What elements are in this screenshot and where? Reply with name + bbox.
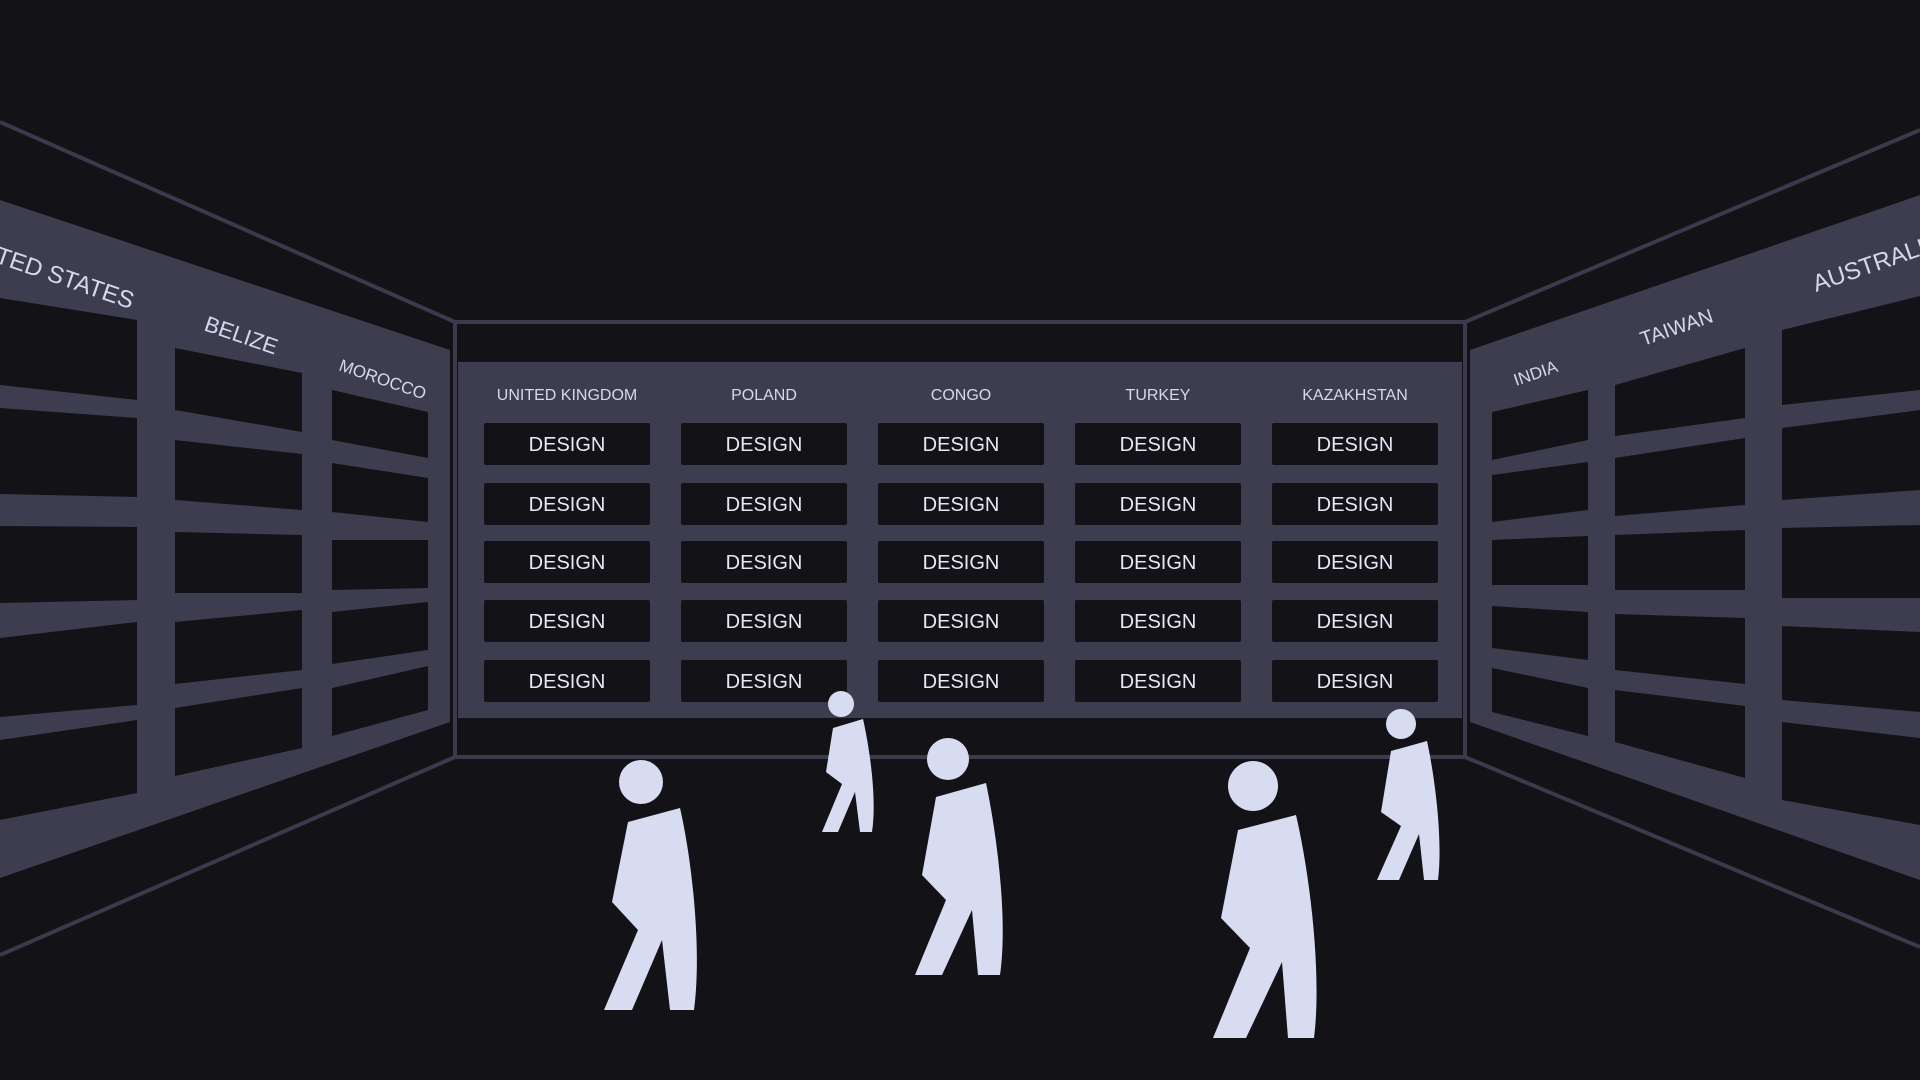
design-cell[interactable]: DESIGN <box>681 660 847 702</box>
column-header-uk: UNITED KINGDOM <box>497 387 637 404</box>
left-wall-cell <box>0 526 137 603</box>
design-cell[interactable]: DESIGN <box>878 541 1044 583</box>
right-wall-cell <box>1782 626 1920 712</box>
design-cell[interactable]: DESIGN <box>1272 541 1438 583</box>
design-cell[interactable]: DESIGN <box>681 483 847 525</box>
right-wall-cell <box>1782 525 1920 598</box>
design-cell[interactable]: DESIGN <box>681 600 847 642</box>
column-header-congo: CONGO <box>931 387 991 404</box>
design-cell-label: DESIGN <box>1317 494 1394 516</box>
column-header-poland: POLAND <box>731 387 797 404</box>
design-cell-label: DESIGN <box>1317 671 1394 693</box>
design-cell[interactable]: DESIGN <box>1272 423 1438 465</box>
gallery-scene: DESIGN DESIGN DESIGN DESIGN DESIGN DESIGN DESI… <box>0 0 1920 1080</box>
design-cell-label: DESIGN <box>1120 434 1197 456</box>
design-cell[interactable]: DESIGN <box>1075 483 1241 525</box>
design-cell[interactable]: DESIGN <box>484 423 650 465</box>
design-cell[interactable]: DESIGN <box>1272 660 1438 702</box>
design-cell-label: DESIGN <box>529 434 606 456</box>
design-cell-label: DESIGN <box>1317 611 1394 633</box>
design-cell-label: DESIGN <box>1120 494 1197 516</box>
design-cell[interactable]: DESIGN <box>484 660 650 702</box>
design-cell[interactable]: DESIGN <box>484 541 650 583</box>
right-wall-cell <box>1615 530 1745 590</box>
left-wall-cell <box>0 622 137 717</box>
left-wall-cell <box>332 540 428 590</box>
design-cell[interactable]: DESIGN <box>1272 483 1438 525</box>
design-cell-label: DESIGN <box>923 494 1000 516</box>
design-cell-label: DESIGN <box>1317 434 1394 456</box>
design-cell-label: DESIGN <box>923 434 1000 456</box>
design-cell-label: DESIGN <box>529 671 606 693</box>
design-cell[interactable]: DESIGN <box>1272 600 1438 642</box>
right-wall-cell <box>1492 536 1588 585</box>
design-cell-label: DESIGN <box>923 552 1000 574</box>
design-cell[interactable]: DESIGN <box>1075 423 1241 465</box>
design-cell[interactable]: DESIGN <box>681 541 847 583</box>
left-wall-cell <box>175 532 302 593</box>
design-cell[interactable]: DESIGN <box>1075 660 1241 702</box>
column-header-kazakhstan: KAZAKHSTAN <box>1302 387 1408 404</box>
design-cell[interactable]: DESIGN <box>484 600 650 642</box>
design-cell-label: DESIGN <box>726 671 803 693</box>
design-cell[interactable]: DESIGN <box>878 423 1044 465</box>
design-cell-label: DESIGN <box>529 494 606 516</box>
design-cell-label: DESIGN <box>923 611 1000 633</box>
design-cell-label: DESIGN <box>726 434 803 456</box>
design-cell[interactable]: DESIGN <box>1075 541 1241 583</box>
design-cell[interactable]: DESIGN <box>878 660 1044 702</box>
design-cell[interactable]: DESIGN <box>878 483 1044 525</box>
design-cell-label: DESIGN <box>1120 552 1197 574</box>
design-cell[interactable]: DESIGN <box>484 483 650 525</box>
design-cell-label: DESIGN <box>726 611 803 633</box>
design-cell[interactable]: DESIGN <box>1075 600 1241 642</box>
design-cell-label: DESIGN <box>726 494 803 516</box>
design-cell-label: DESIGN <box>726 552 803 574</box>
design-cell-label: DESIGN <box>529 611 606 633</box>
design-cell-label: DESIGN <box>923 671 1000 693</box>
design-cell[interactable]: DESIGN <box>878 600 1044 642</box>
design-cell-label: DESIGN <box>1120 611 1197 633</box>
center-wall-grid: DESIGN DESIGN DESIGN DESIGN DESIGN DESIGN DESI… <box>484 423 1438 702</box>
design-cell[interactable]: DESIGN <box>681 423 847 465</box>
design-cell-label: DESIGN <box>1317 552 1394 574</box>
design-cell-label: DESIGN <box>1120 671 1197 693</box>
column-header-turkey: TURKEY <box>1126 387 1191 404</box>
left-wall-cell <box>0 408 137 497</box>
design-cell-label: DESIGN <box>529 552 606 574</box>
